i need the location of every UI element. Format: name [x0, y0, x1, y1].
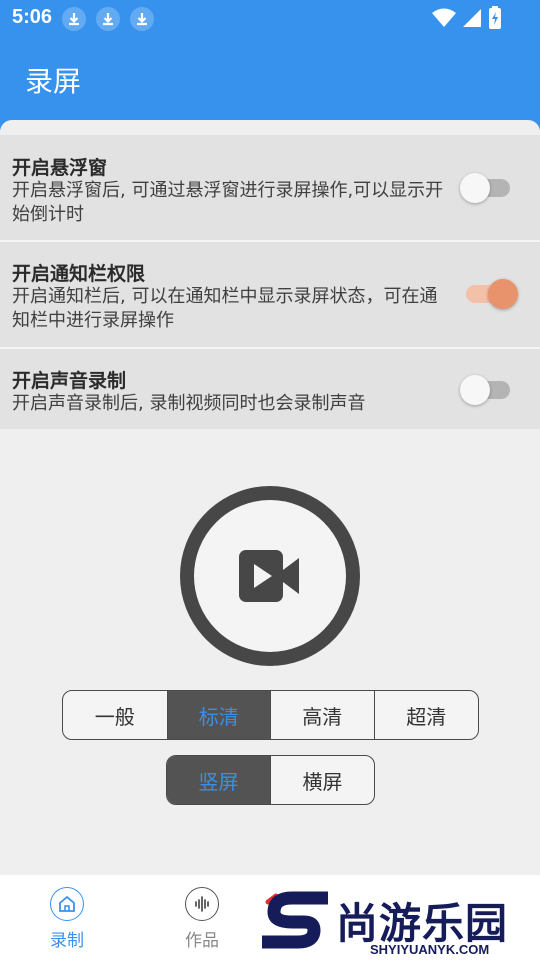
setting-audio-record: 开启声音录制 开启声音录制后, 录制视频同时也会录制声音: [0, 349, 540, 429]
setting-title: 开启悬浮窗: [12, 157, 108, 179]
nav-tab-record[interactable]: 录制: [37, 887, 97, 951]
nav-label: 录制: [50, 931, 84, 951]
status-indicators: [432, 6, 502, 30]
setting-notification: 开启通知栏权限 开启通知栏后, 可以在通知栏中显示录屏状态，可在通知栏中进行录屏…: [0, 242, 540, 347]
audio-record-toggle[interactable]: [460, 375, 510, 405]
orientation-selector: 竖屏 横屏: [166, 755, 375, 805]
quality-option-standard[interactable]: 标清: [166, 691, 270, 739]
nav-label: 作品: [185, 931, 219, 951]
setting-floating-window: 开启悬浮窗 开启悬浮窗后, 可通过悬浮窗进行录屏操作,可以显示开始倒计时: [0, 135, 540, 240]
floating-window-toggle[interactable]: [460, 173, 510, 203]
notification-icons: [62, 7, 154, 31]
setting-description: 开启悬浮窗后, 可通过悬浮窗进行录屏操作,可以显示开始倒计时: [12, 180, 444, 225]
download-icon: [130, 7, 154, 31]
toggle-knob: [488, 279, 518, 309]
status-time: 5:06: [12, 6, 53, 28]
app-header: 5:06 录屏: [0, 0, 540, 130]
wifi-icon: [432, 8, 456, 27]
quality-selector: 一般 标清 高清 超清: [62, 690, 479, 740]
toggle-knob: [460, 173, 490, 203]
watermark-logo: 尚游乐园 SHYIYUANYK.COM: [258, 888, 540, 960]
download-icon: [96, 7, 120, 31]
video-camera-icon: [239, 550, 299, 602]
setting-title: 开启声音录制: [12, 370, 127, 392]
nav-tab-works[interactable]: 作品: [172, 887, 232, 951]
home-icon: [50, 887, 84, 921]
audio-wave-icon: [185, 887, 219, 921]
setting-description: 开启声音录制后, 录制视频同时也会录制声音: [12, 393, 366, 414]
setting-description: 开启通知栏后, 可以在通知栏中显示录屏状态，可在通知栏中进行录屏操作: [12, 286, 438, 331]
record-button[interactable]: [180, 486, 360, 666]
signal-icon: [463, 9, 481, 27]
download-icon: [62, 7, 86, 31]
notification-toggle[interactable]: [466, 279, 518, 309]
setting-title: 开启通知栏权限: [12, 263, 146, 285]
battery-icon: [489, 6, 501, 29]
quality-option-normal[interactable]: 一般: [63, 691, 167, 739]
page-title: 录屏: [25, 65, 82, 98]
watermark-s-logo: [262, 891, 328, 949]
quality-option-high[interactable]: 高清: [270, 691, 374, 739]
toggle-knob: [460, 375, 490, 405]
orientation-option-portrait[interactable]: 竖屏: [167, 756, 270, 804]
status-bar: 5:06: [0, 0, 540, 36]
watermark-url: SHYIYUANYK.COM: [370, 942, 490, 957]
quality-option-ultra[interactable]: 超清: [373, 691, 479, 739]
orientation-option-landscape[interactable]: 横屏: [270, 756, 374, 804]
